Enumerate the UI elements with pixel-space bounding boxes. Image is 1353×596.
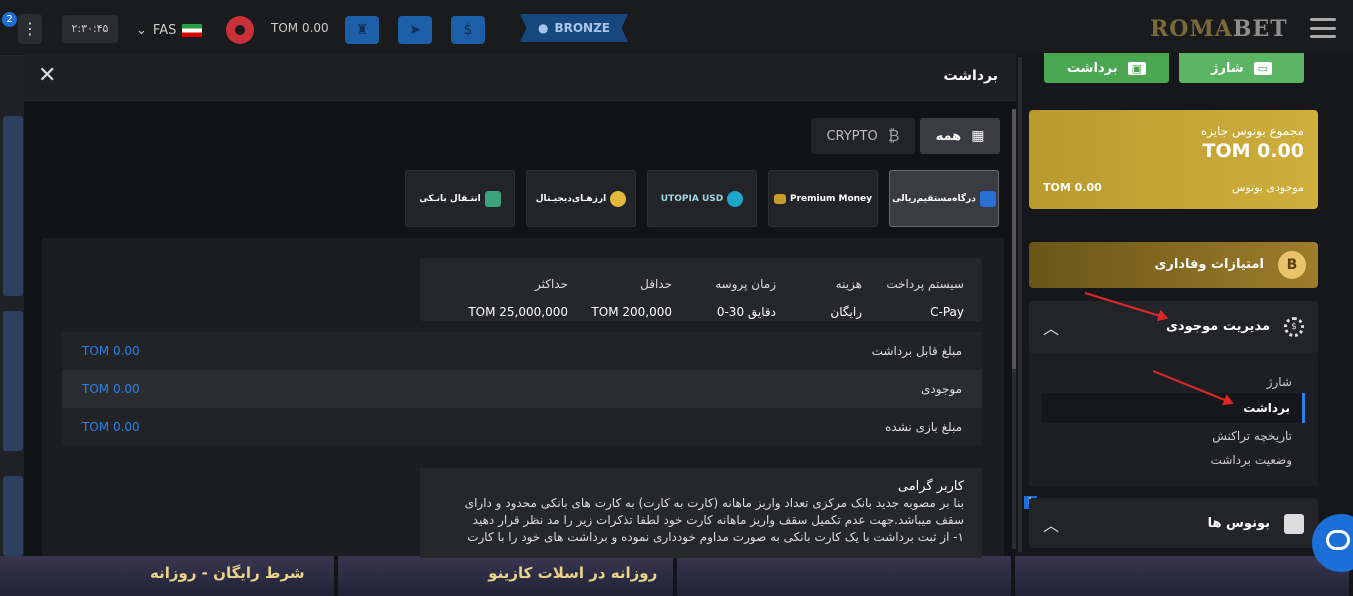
promo-tile[interactable] [1014, 556, 1349, 596]
menu-item-withdraw[interactable]: برداشت [1042, 393, 1305, 423]
method-rial-gateway[interactable]: درگاه‌مستقیم‌ریالی [889, 170, 999, 227]
withdraw-modal: ✕ برداشت همه ▦ CRYPTO ₿ درگاه‌مستقیم‌ریا… [24, 53, 1016, 558]
modal-header: ✕ برداشت [24, 53, 1016, 101]
menu-item-transaction-history[interactable]: تاریخچه تراکنش [1212, 429, 1292, 443]
account-sidebar: برداشت ▣ شارژ ▭ مجموع بونوس جایزه TOM 0.… [1016, 53, 1353, 556]
table-row: TOM 0.00 مبلغ بازی نشده [62, 408, 982, 446]
language-code: FAS [152, 22, 177, 38]
notification-badge: 2 [2, 12, 17, 27]
grid-icon: ▦ [971, 128, 985, 144]
modal-title: برداشت [943, 68, 998, 84]
bronze-coin-icon: B [1278, 251, 1306, 279]
withdraw-button[interactable]: برداشت ▣ [1044, 53, 1169, 83]
method-info-table: سیستم پرداخت C-Pay هزینه رایگان زمان پروسه… [420, 258, 982, 321]
category-all-tab[interactable]: همه ▦ [920, 118, 1000, 154]
coins-icon [610, 190, 627, 207]
utopia-icon [727, 190, 744, 207]
method-utopia-usd[interactable]: UTOPIA USD [647, 170, 757, 227]
balance-management-header[interactable]: ︿ مدیریت موجودی $ [1029, 301, 1318, 353]
balance-management-menu: شارژ برداشت تاریخچه تراکنش وضعیت برداشت [1029, 353, 1318, 486]
hamburger-menu-icon[interactable] [1310, 18, 1336, 38]
wallet-icon [484, 190, 501, 207]
close-icon[interactable]: ✕ [38, 63, 56, 88]
promo-tile[interactable]: روزانه در اسلات کازینو [338, 556, 673, 596]
background-left-strip [0, 56, 24, 556]
category-crypto-tab[interactable]: CRYPTO ₿ [811, 118, 915, 154]
iran-flag-icon [182, 23, 203, 37]
promo-strip: شرط رایگان - روزانه روزانه در اسلات کازی… [0, 556, 1353, 596]
bonuses-header[interactable]: ︿ بونوس ها [1029, 498, 1318, 548]
language-selector[interactable]: ⌄ FAS [136, 18, 203, 42]
avatar[interactable] [226, 16, 254, 44]
wallet-icon: ▭ [1253, 61, 1273, 75]
gear-icon: $ [1284, 317, 1304, 337]
table-row: TOM 0.00 موجودی [62, 370, 982, 408]
more-menu-button[interactable]: ⋮ [18, 14, 42, 44]
clock: ۲:۳۰:۴۵ [62, 15, 118, 43]
sidebar-scrollbar[interactable] [1018, 57, 1022, 552]
chevron-up-icon: ︿ [1043, 319, 1060, 338]
logo[interactable]: ROMABET [1150, 16, 1288, 42]
top-bar: 2 ⋮ ۲:۳۰:۴۵ ⌄ FAS TOM 0.00 ♜ ➤ $ ● BRONZ… [0, 0, 1353, 56]
header-balance: TOM 0.00 [271, 21, 329, 35]
support-icon[interactable]: ♜ [345, 16, 379, 44]
level-badge[interactable]: ● BRONZE [520, 14, 628, 42]
method-premium-money[interactable]: Premium Money [768, 170, 878, 227]
chevron-up-icon: ︿ [1043, 516, 1060, 535]
bitcoin-icon: ₿ [887, 126, 900, 145]
method-bank-transfer[interactable]: انتـقال بانـکی [405, 170, 515, 227]
method-details: سیستم پرداخت C-Pay هزینه رایگان زمان پروسه… [42, 238, 1004, 558]
box-icon [773, 193, 786, 204]
bonus-card: مجموع بونوس جایزه TOM 0.00 موجودی بونوس … [1029, 110, 1318, 209]
notice-box: کاربر گرامی بنا بر مصوبه جدید بانک مرکزی… [420, 468, 982, 558]
chevron-down-icon: ⌄ [136, 22, 147, 38]
table-row: TOM 0.00 مبلغ قابل برداشت [62, 332, 982, 370]
menu-item-withdraw-status[interactable]: وضعیت برداشت [1211, 453, 1292, 467]
promo-tile[interactable] [676, 556, 1011, 596]
loyalty-card[interactable]: امتیازات وفاداری B [1029, 242, 1318, 288]
method-crypto[interactable]: ارزهـای‌دیجیـتال [526, 170, 636, 227]
menu-item-deposit[interactable]: شارژ [1267, 375, 1292, 389]
card-icon [979, 190, 996, 207]
chat-icon [1326, 530, 1350, 550]
bronze-medal-icon: ● [537, 21, 549, 35]
dollar-icon[interactable]: $ [451, 16, 485, 44]
telegram-icon[interactable]: ➤ [398, 16, 432, 44]
gift-icon [1284, 514, 1304, 534]
deposit-button[interactable]: شارژ ▭ [1179, 53, 1304, 83]
atm-icon: ▣ [1127, 61, 1147, 75]
promo-tile[interactable]: شرط رایگان - روزانه [0, 556, 335, 596]
